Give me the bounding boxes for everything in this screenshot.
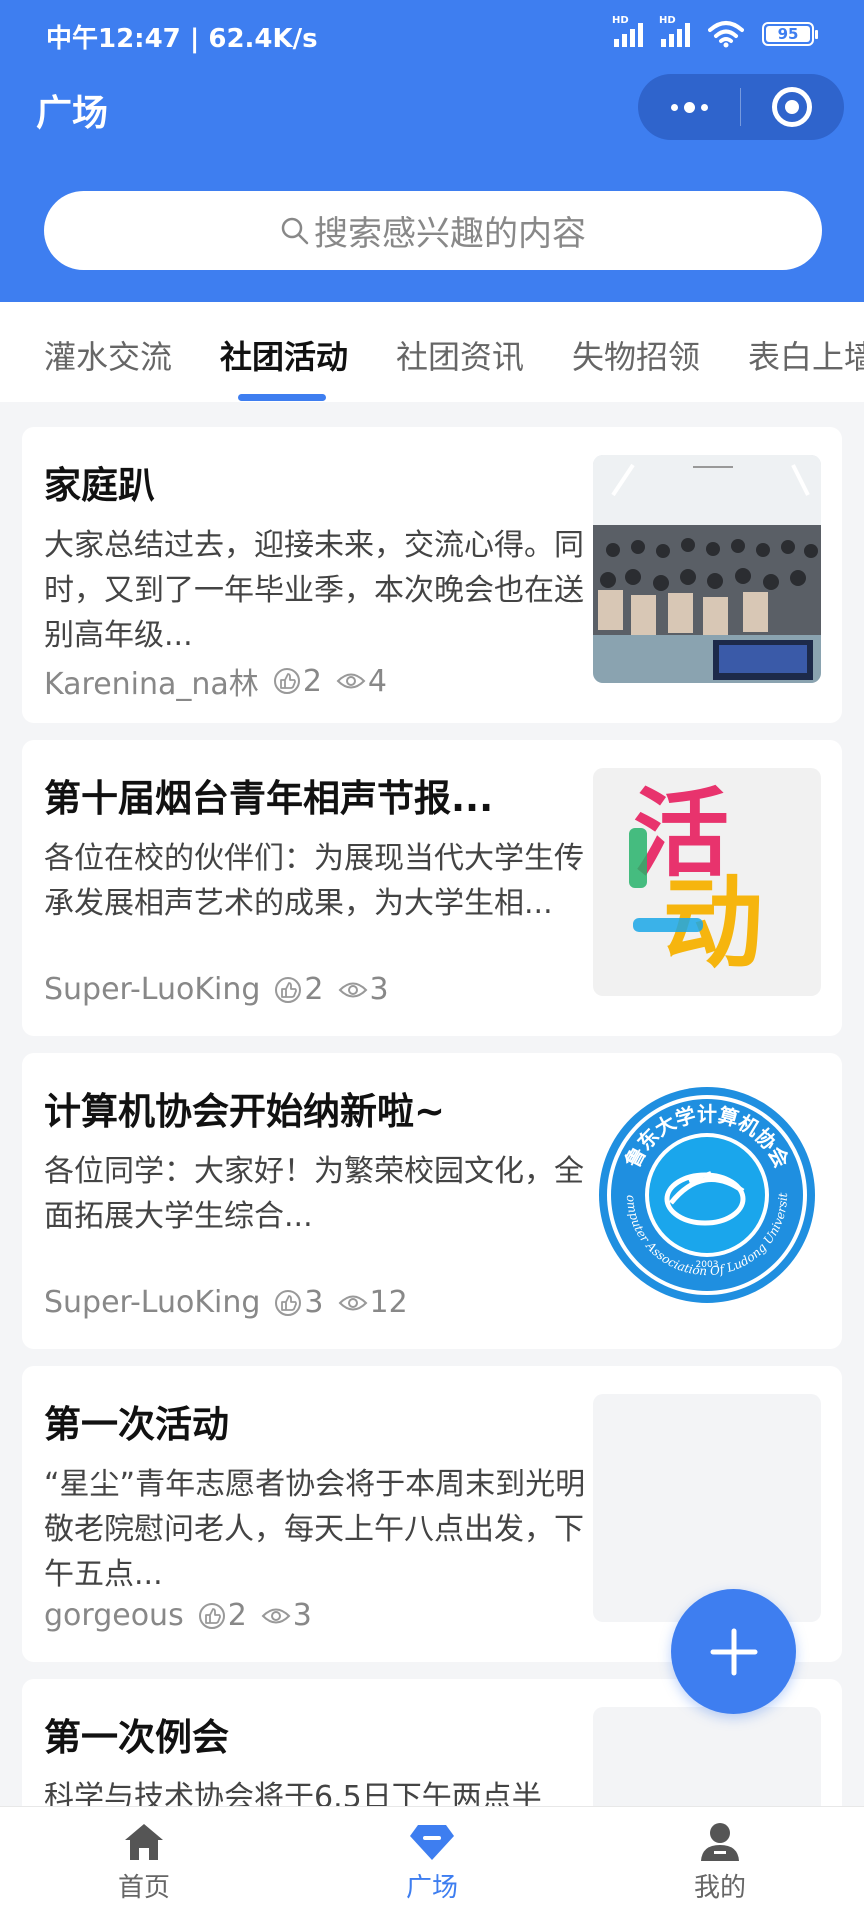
like-count: 2: [273, 664, 322, 699]
tab-shetuan-huodong[interactable]: 社团活动: [220, 332, 348, 378]
like-count: 2: [198, 1598, 247, 1633]
like-number: 2: [302, 663, 322, 699]
status-bar: 中午12:47 | 62.4K/s HD HD 95: [0, 0, 864, 68]
view-number: 3: [369, 972, 389, 1007]
post-description: “星尘”青年志愿者协会将于本周末到光明敬老院慰问老人，每天上午八点出发，下午五点…: [44, 1467, 586, 1592]
status-time: 中午12:47 | 62.4K/s: [46, 24, 318, 54]
like-number: 2: [227, 1598, 247, 1633]
nav-label: 首页: [117, 1873, 170, 1903]
like-count: 3: [274, 1285, 324, 1320]
post-title: 第一次活动: [44, 1403, 229, 1446]
post-card[interactable]: 第十届烟台青年相声节报... 各位在校的伙伴们：为展现当代大学生传承发展相声艺术…: [22, 740, 842, 1036]
more-icon: [670, 101, 708, 113]
nav-label: 我的: [693, 1873, 746, 1903]
thumbs-up-icon: [275, 1289, 302, 1316]
search-placeholder: 搜索感兴趣的内容: [314, 214, 586, 254]
post-title: 计算机协会开始纳新啦~: [44, 1090, 446, 1133]
view-count: 12: [338, 1285, 408, 1320]
home-icon: [125, 1824, 163, 1860]
nav-label: 广场: [405, 1873, 458, 1903]
post-title: 家庭趴: [44, 464, 155, 507]
post-description: 科学与技术协会将于6.5日下午两点半: [44, 1780, 542, 1806]
view-number: 12: [369, 1285, 408, 1320]
gem-icon: [410, 1825, 454, 1860]
like-number: 3: [304, 1285, 324, 1320]
close-program-button[interactable]: [741, 74, 843, 140]
view-count: 3: [338, 972, 389, 1007]
thumbs-up-icon: [273, 668, 300, 694]
signal-icon: HD: [659, 15, 690, 47]
eye-icon: [338, 982, 367, 997]
search-icon: [281, 217, 309, 244]
post-thumbnail-logo: 鲁东大学计算机协会 Computer Association Of Ludong…: [593, 1081, 821, 1309]
battery-icon: 95: [762, 22, 818, 46]
target-icon: [772, 87, 812, 127]
add-post-button[interactable]: [671, 1589, 796, 1714]
nav-home[interactable]: 首页: [84, 1821, 204, 1904]
more-button[interactable]: [638, 74, 740, 140]
hd-label: HD: [612, 15, 629, 26]
post-thumbnail-photo: [593, 455, 821, 683]
post-author: gorgeous: [44, 1598, 184, 1633]
tab-shiwu-zhaoling[interactable]: 失物招领: [572, 332, 700, 378]
search-bar[interactable]: 搜索感兴趣的内容: [44, 191, 822, 270]
post-meta: Super-LuoKing 3 12: [44, 1285, 408, 1320]
category-tabs: 灌水交流 社团活动 社团资讯 失物招领 表白上墙: [0, 302, 864, 402]
post-description: 各位在校的伙伴们：为展现当代大学生传承发展相声艺术的成果，为大学生相...: [44, 841, 584, 921]
post-meta: Super-LuoKing 2 3: [44, 972, 389, 1007]
thumbs-up-icon: [198, 1602, 225, 1629]
mini-program-capsule: [638, 74, 844, 140]
post-description: 各位同学：大家好！为繁荣校园文化，全面拓展大学生综合...: [44, 1154, 584, 1234]
plus-icon: [710, 1628, 757, 1675]
thumbs-up-icon: [275, 976, 302, 1003]
computer-association-logo: 鲁东大学计算机协会 Computer Association Of Ludong…: [593, 1081, 815, 1303]
eye-icon: [336, 673, 366, 689]
bottom-navigation: 首页 广场 我的: [0, 1806, 864, 1920]
eye-icon: [261, 1608, 291, 1623]
view-number: 3: [292, 1598, 312, 1633]
view-count: 4: [336, 664, 387, 699]
hd-label: HD: [659, 15, 676, 26]
page-title: 广场: [36, 93, 109, 134]
logo-year: 2003: [696, 1260, 719, 1270]
active-tab-indicator: [238, 394, 326, 401]
status-icons: HD HD 95: [612, 15, 818, 48]
post-author: Karenina_na林: [44, 667, 259, 702]
post-meta: gorgeous 2 3: [44, 1598, 312, 1633]
like-count: 2: [274, 972, 324, 1007]
post-description: 大家总结过去，迎接未来，交流心得。同时，又到了一年毕业季，本次晚会也在送别高年级…: [44, 528, 584, 653]
tab-biaobai[interactable]: 表白上墙: [748, 332, 864, 378]
post-card[interactable]: 家庭趴 大家总结过去，迎接未来，交流心得。同时，又到了一年毕业季，本次晚会也在送…: [22, 427, 842, 723]
post-title: 第十届烟台青年相声节报...: [44, 777, 494, 820]
nav-mine[interactable]: 我的: [660, 1821, 780, 1904]
post-title: 第一次例会: [44, 1716, 229, 1759]
post-thumbnail-empty: [593, 1707, 821, 1806]
eye-icon: [338, 1295, 367, 1310]
view-number: 4: [367, 663, 387, 699]
header: 中午12:47 | 62.4K/s HD HD 95 广场 搜索感兴趣的内容: [0, 0, 864, 302]
post-thumbnail-huodong: 活 动: [593, 768, 821, 996]
user-icon: [701, 1823, 739, 1861]
view-count: 3: [261, 1598, 312, 1633]
tab-guanshui[interactable]: 灌水交流: [44, 332, 172, 378]
tab-shetuan-zixun[interactable]: 社团资讯: [396, 332, 524, 378]
post-author: Super-LuoKing: [44, 972, 261, 1007]
signal-icon: HD: [612, 15, 643, 47]
post-author: Super-LuoKing: [44, 1285, 261, 1320]
nav-square[interactable]: 广场: [372, 1821, 492, 1904]
battery-level: 95: [766, 25, 810, 43]
post-card[interactable]: 计算机协会开始纳新啦~ 各位同学：大家好！为繁荣校园文化，全面拓展大学生综合..…: [22, 1053, 842, 1349]
wifi-icon: [708, 21, 744, 48]
like-number: 2: [304, 972, 324, 1007]
post-thumbnail-empty: [593, 1394, 821, 1622]
post-meta: Karenina_na林 2 4: [44, 659, 387, 703]
